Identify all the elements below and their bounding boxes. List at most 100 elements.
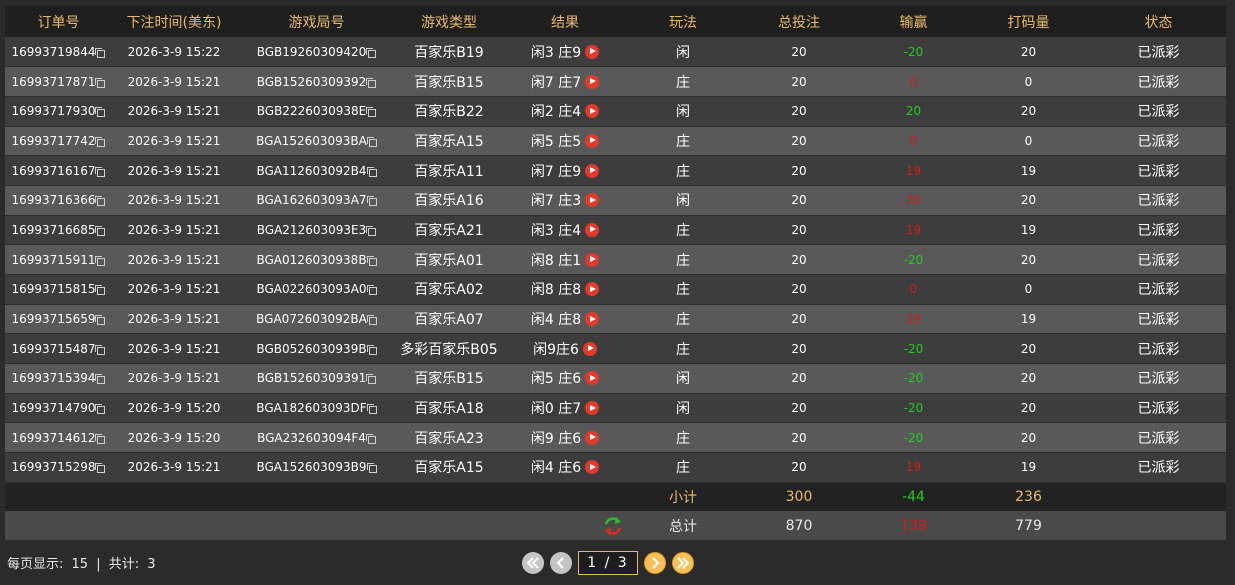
copy-icon[interactable]	[95, 374, 106, 385]
play-icon[interactable]	[585, 430, 600, 445]
play-icon[interactable]	[585, 460, 600, 475]
copy-icon[interactable]	[366, 255, 377, 266]
round-id: BGB0526030939B	[256, 341, 367, 356]
copy-icon[interactable]	[95, 107, 106, 118]
play-icon[interactable]	[582, 341, 597, 356]
copy-icon[interactable]	[366, 107, 377, 118]
copy-icon[interactable]	[95, 136, 106, 147]
result: 闲9 庄6	[530, 430, 582, 447]
order-id: 16993715815	[11, 282, 96, 297]
game-type: 百家乐A18	[414, 401, 484, 418]
copy-icon[interactable]	[95, 404, 106, 415]
game-type: 百家乐B22	[414, 104, 484, 121]
copy-icon[interactable]	[95, 255, 106, 266]
total-bet: 20	[791, 133, 807, 148]
play-icon[interactable]	[585, 252, 600, 267]
last-page-button[interactable]	[672, 552, 694, 574]
order-id: 16993714612	[11, 430, 96, 445]
status: 已派彩	[1137, 401, 1180, 418]
table-row: 16993714612 2026-3-9 15:20 BGA232603094F4 百…	[5, 422, 1226, 454]
round-id: BGA112603092B4	[256, 163, 367, 178]
copy-icon[interactable]	[95, 77, 106, 88]
copy-icon[interactable]	[366, 77, 377, 88]
round-id: BGB15260309391	[256, 371, 367, 386]
order-id: 16993715394	[11, 371, 96, 386]
copy-icon[interactable]	[95, 433, 106, 444]
game-type: 百家乐A21	[414, 222, 484, 239]
win-loss: 19	[905, 163, 922, 178]
status: 已派彩	[1137, 312, 1180, 329]
round-id: BGA022603093A0	[256, 282, 367, 297]
order-id: 16993717871	[11, 74, 96, 89]
win-loss: -20	[903, 44, 924, 59]
valid-bet: 19	[1020, 312, 1037, 327]
copy-icon[interactable]	[95, 463, 106, 474]
play-type: 闲	[676, 371, 690, 388]
copy-icon[interactable]	[366, 344, 377, 355]
copy-icon[interactable]	[366, 136, 377, 147]
play-icon[interactable]	[585, 282, 600, 297]
play-icon[interactable]	[585, 312, 600, 327]
bet-time: 2026-3-9 15:21	[127, 163, 221, 178]
copy-icon[interactable]	[95, 225, 106, 236]
table-row: 16993716685 2026-3-9 15:21 BGA212603093E3 百…	[5, 215, 1226, 246]
play-type: 庄	[676, 312, 690, 329]
total-bet: 20	[791, 341, 807, 356]
status: 已派彩	[1137, 163, 1180, 180]
win-loss: -20	[903, 401, 924, 416]
chevron-left-icon	[556, 557, 564, 569]
bet-time: 2026-3-9 15:20	[127, 401, 221, 416]
copy-icon[interactable]	[366, 315, 377, 326]
copy-icon[interactable]	[95, 166, 106, 177]
double-chevron-left-icon	[526, 557, 539, 569]
play-icon[interactable]	[585, 193, 600, 208]
play-icon[interactable]	[585, 44, 600, 59]
table-header-row: 订单号 下注时间(美东) 游戏局号 游戏类型 结果 玩法 总投注 输赢 打码量 …	[5, 6, 1226, 37]
first-page-button[interactable]	[522, 552, 544, 574]
copy-icon[interactable]	[366, 196, 377, 207]
prev-page-button[interactable]	[550, 552, 572, 574]
play-icon[interactable]	[585, 74, 600, 89]
play-icon[interactable]	[585, 163, 600, 178]
copy-icon[interactable]	[95, 47, 106, 58]
header-bet-time: 下注时间(美东)	[126, 14, 222, 31]
refresh-icon[interactable]	[603, 516, 623, 536]
copy-icon[interactable]	[366, 285, 377, 296]
copy-icon[interactable]	[366, 47, 377, 58]
game-type: 百家乐A15	[414, 133, 484, 150]
play-icon[interactable]	[585, 222, 600, 237]
valid-bet: 20	[1020, 341, 1037, 356]
play-icon[interactable]	[585, 104, 600, 119]
copy-icon[interactable]	[366, 374, 377, 385]
valid-bet: 20	[1020, 193, 1037, 208]
play-type: 闲	[676, 104, 690, 121]
copy-icon[interactable]	[366, 166, 377, 177]
game-type: 百家乐A11	[414, 163, 484, 180]
copy-icon[interactable]	[366, 463, 377, 474]
total-bet: 20	[791, 74, 807, 89]
total-bet: 20	[791, 312, 807, 327]
table-row: 16993716167 2026-3-9 15:21 BGA112603092B4 百…	[5, 155, 1226, 186]
bet-time: 2026-3-9 15:21	[127, 104, 221, 119]
total-bet: 20	[791, 252, 807, 267]
copy-icon[interactable]	[365, 433, 376, 444]
total-bet: 20	[791, 460, 807, 475]
copy-icon[interactable]	[95, 315, 106, 326]
bet-time: 2026-3-9 15:20	[127, 430, 221, 445]
status: 已派彩	[1137, 74, 1180, 91]
play-icon[interactable]	[585, 401, 600, 416]
table-row: 16993714790 2026-3-9 15:20 BGA182603093DF 百…	[5, 393, 1226, 424]
play-icon[interactable]	[585, 371, 600, 386]
copy-icon[interactable]	[366, 404, 377, 415]
copy-icon[interactable]	[95, 196, 106, 207]
valid-bet: 20	[1020, 430, 1037, 445]
order-id: 16993716366	[11, 193, 96, 208]
copy-icon[interactable]	[95, 344, 106, 355]
table-row: 16993715298 2026-3-9 15:21 BGA152603093B9 百…	[5, 452, 1226, 483]
page-indicator[interactable]: 1 / 3	[578, 551, 638, 575]
copy-icon[interactable]	[95, 285, 106, 296]
next-page-button[interactable]	[644, 552, 666, 574]
order-id: 16993715487	[11, 341, 96, 356]
copy-icon[interactable]	[366, 225, 377, 236]
play-icon[interactable]	[585, 133, 600, 148]
